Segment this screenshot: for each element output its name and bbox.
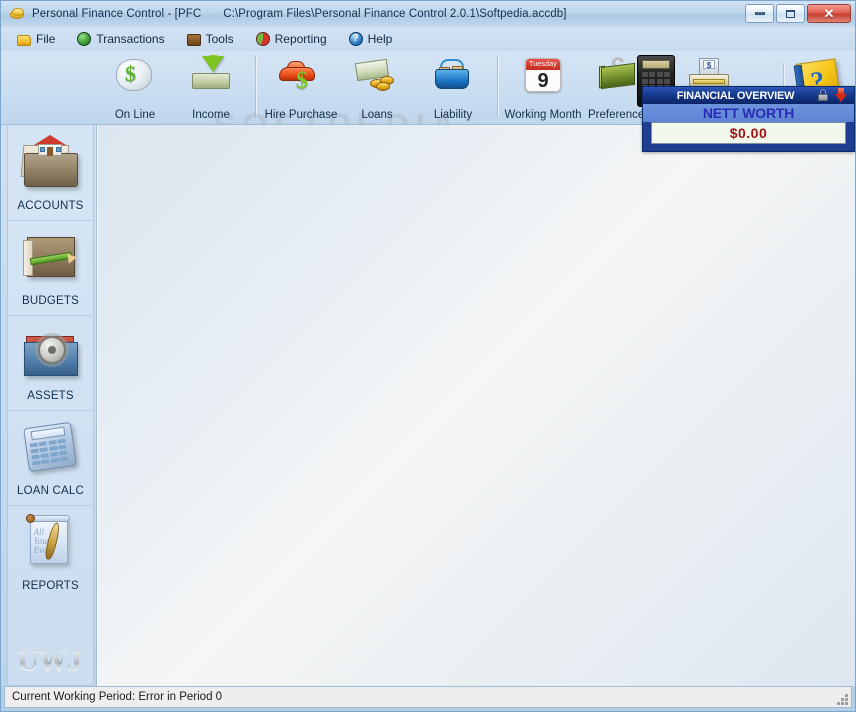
toolbar-button-working-month-label: Working Month (504, 109, 582, 121)
car-dollar-icon: $ (278, 55, 324, 97)
close-icon: ✕ (823, 6, 835, 21)
toolbar-button-liability[interactable]: Liability (415, 51, 491, 121)
sidebar-item-accounts-label: ACCOUNTS (17, 200, 84, 212)
body-area: U W J ACCOUNTS (1, 125, 855, 686)
calculator-icon (20, 417, 82, 479)
close-button[interactable]: ✕ (807, 4, 851, 23)
toolbar-button-loans[interactable]: Loans (339, 51, 415, 121)
book-wrench-icon (596, 54, 642, 97)
window-title-app: Personal Finance Control - [PFC (32, 8, 202, 20)
house-folder-icon (20, 131, 82, 193)
pie-chart-icon (255, 32, 270, 46)
application-window: Personal Finance Control - [PFC C:\Progra… (0, 0, 856, 712)
maximize-icon (786, 9, 795, 18)
sidebar-button-list: ACCOUNTS BUDGETS ASSETS LOAN CALC All Yo… (7, 125, 94, 686)
status-text: Current Working Period: Error in Period … (12, 691, 223, 703)
toolbar-button-online[interactable]: $ On Line (97, 51, 173, 121)
toolbox-icon (186, 33, 201, 46)
sidebar-item-accounts[interactable]: ACCOUNTS (8, 125, 93, 220)
menu-item-help[interactable]: ? Help (347, 31, 395, 47)
financial-overview-title: FINANCIAL OVERVIEW (676, 89, 795, 102)
uwj-metal-logo: UWJ (7, 640, 91, 682)
toolbar-button-loans-label: Loans (361, 109, 393, 121)
shopping-basket-icon (430, 55, 476, 97)
minimize-icon (754, 12, 765, 15)
title-bar: Personal Finance Control - [PFC C:\Progra… (1, 1, 855, 27)
financial-overview-panel: FINANCIAL OVERVIEW NETT WORTH $0.00 (642, 86, 855, 152)
calendar-day: 9 (537, 70, 549, 92)
banknote-coins-icon (354, 55, 400, 97)
toolbar-separator (255, 55, 257, 117)
ledger-pencil-icon (20, 227, 82, 289)
sidebar-item-budgets-label: BUDGETS (22, 295, 79, 307)
down-arrow-icon[interactable] (835, 88, 847, 102)
window-controls: ✕ (745, 4, 851, 23)
toolbar-button-liability-label: Liability (433, 109, 473, 121)
sidebar-item-reports[interactable]: All Your Ever REPORTS (8, 505, 93, 600)
globe-green-icon (77, 32, 92, 46)
sidebar-item-loan-calc[interactable]: LOAN CALC (8, 410, 93, 505)
sidebar-item-assets-label: ASSETS (27, 390, 74, 402)
workspace-area[interactable] (97, 125, 855, 686)
toolbar-separator (497, 55, 499, 117)
toolbar-button-online-label: On Line (114, 109, 156, 121)
toolbar-button-income[interactable]: Income (173, 51, 249, 121)
toolbar-button-working-month[interactable]: Tuesday 9 Working Month (504, 51, 582, 121)
menu-bar: File Transactions Tools Reporting ? Help (1, 27, 855, 51)
folder-yellow-icon (17, 34, 31, 46)
calendar-weekday: Tuesday (526, 59, 560, 70)
toolbar-button-income-label: Income (192, 109, 230, 121)
help-circle-icon: ? (348, 32, 363, 46)
menu-item-transactions[interactable]: Transactions (75, 31, 166, 47)
financial-overview-value-wrap: $0.00 (643, 122, 854, 148)
toolbar-button-preferences-label: Preferences (587, 109, 650, 121)
menu-item-tools-label: Tools (205, 32, 234, 46)
gear-folder-icon (20, 322, 82, 384)
sidebar-item-assets[interactable]: ASSETS (8, 315, 93, 410)
menu-item-transactions-label: Transactions (96, 32, 165, 46)
minimize-button[interactable] (745, 4, 774, 23)
income-arrow-cash-icon (188, 55, 234, 97)
financial-overview-subtitle: NETT WORTH (643, 104, 854, 122)
financial-overview-header: FINANCIAL OVERVIEW (643, 87, 854, 104)
coins-icon (9, 7, 26, 22)
status-bar: Current Working Period: Error in Period … (4, 686, 852, 708)
scroll-quill-icon: All Your Ever (20, 512, 82, 574)
calendar-icon: Tuesday 9 (520, 55, 566, 97)
menu-item-help-label: Help (367, 32, 393, 46)
toolbar-button-hire-purchase-label: Hire Purchase (264, 109, 338, 121)
menu-item-tools[interactable]: Tools (185, 31, 236, 47)
padlock-icon[interactable] (818, 89, 828, 101)
window-title: Personal Finance Control - [PFC C:\Progra… (32, 8, 567, 20)
menu-item-file-label: File (36, 32, 56, 46)
window-title-path: C:\Program Files\Personal Finance Contro… (223, 8, 567, 20)
sidebar-item-loan-calc-label: LOAN CALC (17, 485, 84, 497)
menu-item-reporting-label: Reporting (274, 32, 327, 46)
sidebar-item-budgets[interactable]: BUDGETS (8, 220, 93, 315)
uwj-metal-logo-text: UWJ (17, 644, 82, 677)
menu-item-reporting[interactable]: Reporting (254, 31, 329, 47)
menu-item-file[interactable]: File (15, 31, 57, 47)
resize-grip[interactable] (836, 693, 848, 705)
toolbar-button-hire-purchase[interactable]: $ Hire Purchase (263, 51, 339, 121)
nett-worth-value: $0.00 (651, 122, 846, 144)
sidebar-item-reports-label: REPORTS (22, 580, 79, 592)
online-dollar-icon: $ (112, 55, 158, 97)
sidebar: U W J ACCOUNTS (1, 125, 97, 686)
maximize-button[interactable] (776, 4, 805, 23)
